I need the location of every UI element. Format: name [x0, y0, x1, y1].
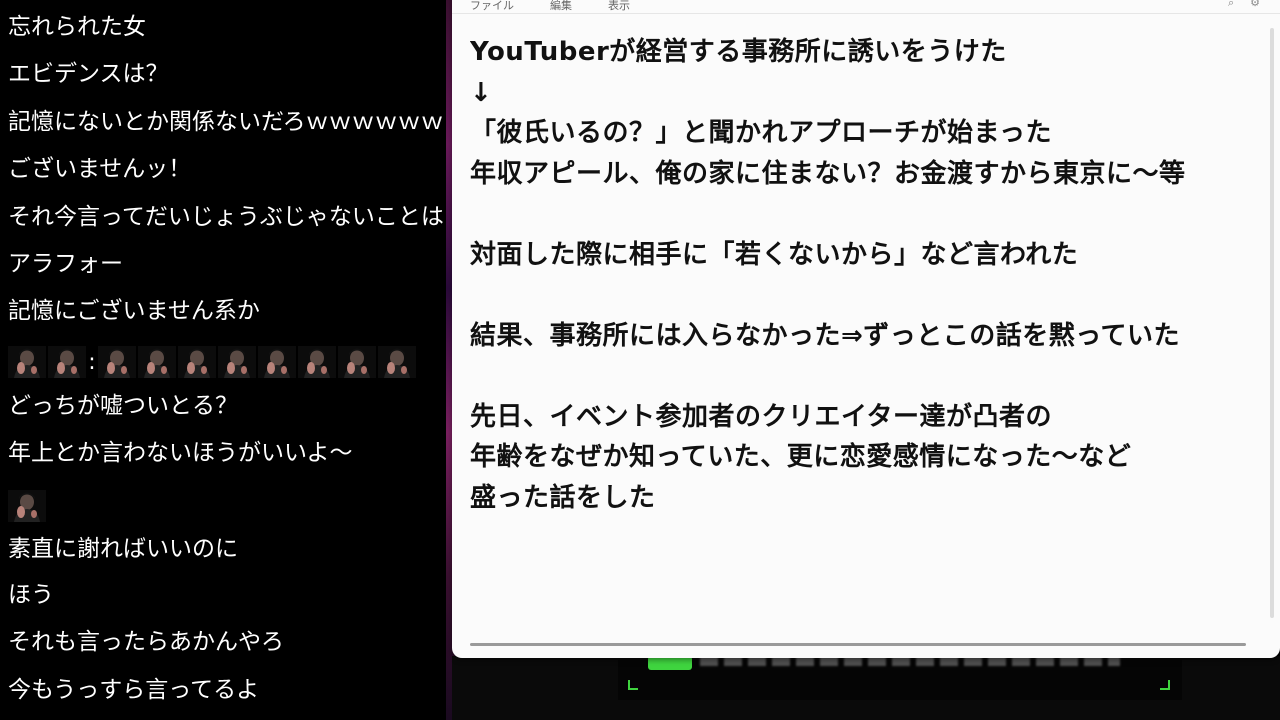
chat-message: どっちが嘘ついとる？ [8, 393, 238, 419]
sticker-emote-icon [138, 346, 176, 378]
sticker-emote-icon [178, 346, 216, 378]
chat-message: 年上とか言わないほうがいいよ～ [8, 440, 353, 466]
chat-message: 素直に謝ればいいのに [8, 536, 238, 562]
background-green-badge [648, 656, 692, 670]
editor-line: 先日、イベント参加者のクリエイター達が凸者の [470, 401, 1052, 432]
chat-message: 記憶にございません系か [8, 298, 260, 324]
emote-separator: : [88, 349, 96, 375]
sticker-emote-icon [8, 490, 46, 522]
zoom-icon[interactable]: ⌕ [1228, 0, 1234, 10]
corner-bracket-icon [1160, 680, 1170, 690]
chat-overlay: 忘れられた女 エビデンスは？ 記憶にないとか関係ないだろｗｗｗｗｗｗ ございませ… [0, 0, 452, 720]
settings-icon[interactable]: ⚙ [1250, 0, 1260, 10]
menu-bar: ファイル 編集 表示 [452, 0, 1280, 12]
menu-edit[interactable]: 編集 [550, 0, 572, 12]
text-editor[interactable]: YouTuberが経営する事務所に誘いをうけた ↓ 「彼氏いるの？」と聞かれアプ… [470, 32, 1266, 628]
editor-line: 年収アピール、俺の家に住まない？お金渡すから東京に～等 [470, 158, 1186, 189]
sticker-emote-icon [378, 346, 416, 378]
menu-divider [452, 13, 1280, 14]
sticker-emote-icon [338, 346, 376, 378]
chat-message: 記憶にないとか関係ないだろｗｗｗｗｗｗ [8, 109, 444, 135]
chat-message: それも言ったらあかんやろ [8, 629, 284, 655]
horizontal-scrollbar[interactable] [470, 643, 1246, 646]
sticker-emote-icon [298, 346, 336, 378]
chat-message: それ今言ってだいじょうぶじゃないことは [8, 204, 444, 230]
editor-line: 対面した際に相手に「若くないから」など言われた [470, 239, 1079, 270]
corner-bracket-icon [628, 680, 638, 690]
sticker-emote-icon [48, 346, 86, 378]
notepad-window[interactable]: ファイル 編集 表示 ⌕ ⚙ YouTuberが経営する事務所に誘いをうけた ↓… [452, 0, 1280, 658]
editor-line: YouTuberが経営する事務所に誘いをうけた [470, 37, 1007, 67]
chat-message: 忘れられた女 [8, 14, 146, 40]
sticker-emote-icon [218, 346, 256, 378]
chat-message: アラフォー [8, 251, 123, 277]
vertical-scrollbar[interactable] [1270, 28, 1274, 618]
editor-line: 結果、事務所には入らなかった⇒ずっとこの話を黙っていた [470, 320, 1180, 351]
chat-message: 今もうっすら言ってるよ [8, 677, 260, 703]
editor-line: ↓ [470, 77, 493, 108]
chat-emote-row [8, 490, 46, 522]
chat-message: ございませんッ！ [8, 156, 192, 182]
editor-line: 「彼氏いるの？」と聞かれアプローチが始まった [470, 118, 1052, 148]
editor-line: 年齢をなぜか知っていた、更に恋愛感情になった～など [470, 442, 1132, 472]
chat-message: エビデンスは？ [8, 61, 169, 87]
menu-file[interactable]: ファイル [470, 0, 514, 12]
sticker-emote-icon [98, 346, 136, 378]
menu-view[interactable]: 表示 [608, 0, 630, 12]
background-overlay-panel [618, 660, 1182, 700]
chat-message: ほう [8, 582, 54, 608]
sticker-emote-icon [258, 346, 296, 378]
sticker-emote-icon [8, 346, 46, 378]
window-controls: ⌕ ⚙ [1228, 0, 1260, 10]
editor-line: 盛った話をした [470, 482, 656, 513]
chat-emote-row: : [8, 346, 416, 378]
